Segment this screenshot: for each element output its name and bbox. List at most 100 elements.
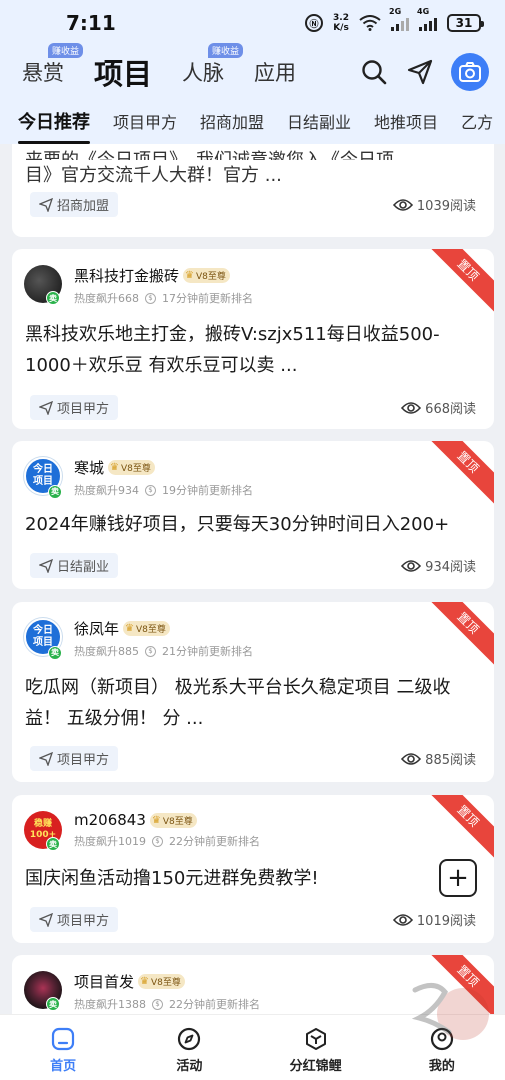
- tab-ground-promo[interactable]: 地推项目: [374, 109, 438, 133]
- avatar[interactable]: 稳赚 100+ 卖: [24, 811, 62, 851]
- view-count: 934阅读: [401, 556, 476, 575]
- pinned-ribbon: 置顶: [426, 602, 494, 665]
- category-tag[interactable]: 项目甲方: [30, 907, 119, 932]
- card-title: 吃瓜网（新项目） 极光系大平台长久稳定项目 二级收益！ 五级分佣！ 分 ...: [25, 677, 451, 729]
- category-tag[interactable]: 项目甲方: [30, 746, 119, 771]
- camera-icon[interactable]: [451, 53, 489, 91]
- eye-icon: [401, 752, 422, 765]
- status-bar: 7:11 Ⓝ 3.2 K/s 2G 4G 31: [0, 0, 505, 46]
- project-card[interactable]: 置顶 今日 项目卖 徐凤年 ♛ V8至尊 热度飙升885 $ 21分钟前更新排名 吃…: [12, 602, 494, 782]
- project-card[interactable]: 置顶 卖 黑科技打金搬砖 ♛ V8至尊 热度飙升668 $ 17分钟前更新排名 黑科…: [12, 249, 494, 429]
- pinned-ribbon: 置顶: [426, 249, 494, 312]
- view-count: 885阅读: [401, 749, 476, 768]
- cube-icon: [305, 1028, 326, 1050]
- view-count: 1019阅读: [392, 910, 476, 929]
- nav-dividend[interactable]: 分红锦鲤: [253, 1015, 379, 1080]
- plus-icon[interactable]: +: [439, 859, 477, 897]
- category-tabs: 今日推荐 项目甲方 招商加盟 日结副业 地推项目 乙方: [0, 98, 505, 144]
- vip-badge: ♛ V8至尊: [123, 621, 170, 636]
- avatar[interactable]: 卖: [24, 265, 62, 305]
- watermark-seal-icon: [411, 983, 489, 1040]
- signal-2g-icon: 2G: [389, 7, 409, 31]
- coin-icon: $: [145, 484, 156, 496]
- avatar-badge: 卖: [46, 291, 60, 305]
- search-icon[interactable]: [359, 57, 389, 87]
- tab-franchise[interactable]: 招商加盟: [200, 109, 264, 133]
- vip-badge: ♛ V8至尊: [108, 460, 155, 475]
- coin-icon: $: [152, 835, 163, 847]
- status-time: 7:11: [66, 11, 116, 35]
- send-icon: [39, 197, 53, 212]
- tab-daily-sidejob[interactable]: 日结副业: [287, 109, 351, 133]
- view-count: 1039阅读: [392, 195, 476, 214]
- view-count: 668阅读: [401, 398, 476, 417]
- author-name[interactable]: m206843: [74, 811, 146, 829]
- crown-icon: ♛: [125, 623, 134, 634]
- vip-badge: ♛ V8至尊: [149, 812, 197, 828]
- category-tag[interactable]: 招商加盟: [30, 192, 119, 217]
- tab-apps[interactable]: 应用: [254, 57, 296, 87]
- battery-icon: 31: [447, 14, 484, 32]
- category-tag[interactable]: 日结副业: [30, 553, 119, 578]
- avatar[interactable]: 今日 项目卖: [24, 457, 62, 499]
- tab-party-b[interactable]: 乙方: [461, 109, 493, 133]
- tab-contacts[interactable]: 赚收益 人脉: [182, 43, 244, 87]
- home-icon: [52, 1027, 75, 1051]
- send-icon: [39, 558, 53, 573]
- coin-icon: $: [145, 292, 156, 304]
- eye-icon: [392, 913, 413, 926]
- coin-icon: $: [145, 645, 156, 657]
- author-name[interactable]: 项目首发: [74, 971, 134, 992]
- nav-home[interactable]: 首页: [0, 1015, 126, 1080]
- author-name[interactable]: 黑科技打金搬砖: [74, 265, 179, 286]
- signal-4g-icon: 4G: [417, 7, 437, 31]
- card-meta: 热度飙升668 $ 17分钟前更新排名: [74, 292, 253, 305]
- top-nav: 赚收益 悬赏 项目 赚收益 人脉 应用: [0, 43, 505, 98]
- avatar[interactable]: 今日 项目卖: [24, 618, 62, 660]
- card-title: 2024年赚钱好项目，只要每天30分钟时间日入200+: [25, 514, 450, 535]
- author-name[interactable]: 徐凤年: [74, 618, 119, 639]
- nav-activity[interactable]: 活动: [126, 1015, 252, 1080]
- card-meta: 热度飙升1388 $ 22分钟前更新排名: [74, 998, 260, 1011]
- avatar[interactable]: 卖: [24, 971, 62, 1011]
- send-icon: [39, 400, 53, 415]
- earn-badge: 赚收益: [208, 43, 244, 58]
- compass-icon: [178, 1027, 201, 1051]
- send-icon: [39, 751, 53, 766]
- avatar-badge: 卖: [46, 837, 60, 851]
- eye-icon: [401, 559, 422, 572]
- crown-icon: ♛: [110, 462, 119, 473]
- crown-icon: ♛: [151, 814, 161, 826]
- pinned-ribbon: 置顶: [426, 795, 494, 858]
- avatar-badge: 卖: [46, 997, 60, 1011]
- eye-icon: [392, 198, 413, 211]
- tab-bounty[interactable]: 赚收益 悬赏: [22, 43, 84, 87]
- card-title: 黑科技欢乐地主打金，搬砖V:szjx511每日收益500-1000＋欢乐豆 有欢…: [25, 324, 440, 376]
- eye-icon: [401, 401, 422, 414]
- send-icon: [39, 912, 53, 927]
- project-card[interactable]: 来要的《今日项目》，我们诚意邀您入《今日项 目》官方交流千人大群！官方 ... …: [12, 144, 494, 237]
- wifi-icon: [359, 15, 381, 31]
- network-speed: 3.2 K/s: [333, 13, 349, 33]
- card-meta: 热度飙升885 $ 21分钟前更新排名: [74, 645, 253, 658]
- author-name[interactable]: 寒城: [74, 457, 104, 478]
- project-card[interactable]: 置顶 今日 项目卖 寒城 ♛ V8至尊 热度飙升934 $ 19分钟前更新排名 20…: [12, 441, 494, 589]
- send-icon[interactable]: [405, 57, 435, 87]
- project-card[interactable]: 置顶 稳赚 100+ 卖 m206843 ♛ V8至尊 热度飙升1019 $ 22分钟…: [12, 795, 494, 943]
- card-title: 来要的《今日项目》，我们诚意邀您入《今日项 目》官方交流千人大群！官方 ...: [25, 150, 394, 186]
- coin-icon: $: [152, 998, 163, 1010]
- pinned-ribbon: 置顶: [426, 441, 494, 504]
- crown-icon: ♛: [185, 270, 194, 281]
- category-tag[interactable]: 项目甲方: [30, 395, 119, 420]
- avatar-badge: 卖: [48, 646, 62, 660]
- status-icons: Ⓝ 3.2 K/s 2G 4G 31: [305, 7, 484, 33]
- card-meta: 热度飙升934 $ 19分钟前更新排名: [74, 484, 253, 497]
- project-feed[interactable]: 来要的《今日项目》，我们诚意邀您入《今日项 目》官方交流千人大群！官方 ... …: [0, 144, 505, 1014]
- data-saver-icon: Ⓝ: [305, 14, 324, 32]
- avatar-badge: 卖: [48, 485, 62, 499]
- tab-projects[interactable]: 项目: [94, 51, 152, 93]
- vip-badge: ♛ V8至尊: [183, 268, 230, 283]
- tab-today-recommend[interactable]: 今日推荐: [18, 108, 90, 144]
- tab-project-owner[interactable]: 项目甲方: [113, 109, 177, 133]
- crown-icon: ♛: [140, 976, 149, 987]
